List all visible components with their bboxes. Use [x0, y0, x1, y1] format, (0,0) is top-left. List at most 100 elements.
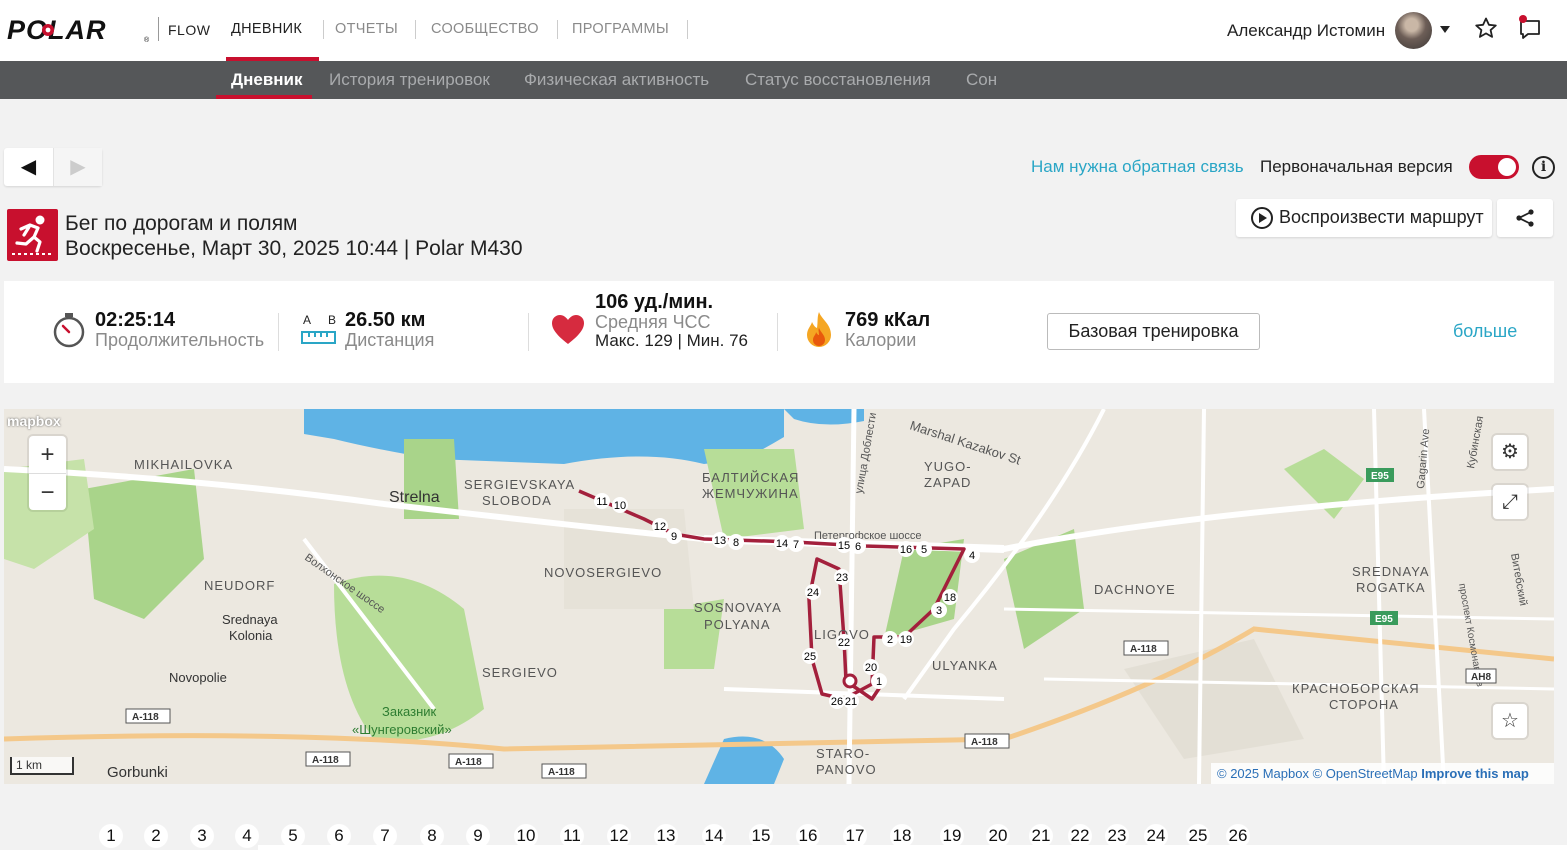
mapbox-logo[interactable]: mapbox	[7, 413, 61, 429]
svg-text:8: 8	[733, 537, 739, 549]
fullscreen-expand-icon[interactable]: ⤢	[1493, 485, 1527, 519]
distance-icon-a: A	[303, 313, 312, 327]
svg-text:7: 7	[793, 539, 799, 551]
subnav-diary[interactable]: Дневник	[231, 70, 303, 90]
svg-text:STARO-: STARO-	[816, 746, 870, 761]
previous-session-button[interactable]: ◀	[4, 148, 53, 186]
session-date-device: Воскресенье, Март 30, 2025 10:44 | Polar…	[65, 237, 523, 260]
svg-text:Srednaya: Srednaya	[222, 612, 278, 627]
calories-flame-icon	[807, 312, 831, 347]
svg-text:Витебский: Витебский	[1508, 552, 1529, 606]
svg-text:AH8: AH8	[1471, 672, 1491, 683]
share-button[interactable]	[1497, 199, 1553, 237]
nav-diary[interactable]: ДНЕВНИК	[231, 21, 302, 37]
subnav-training-history[interactable]: История тренировок	[329, 70, 490, 90]
svg-text:3: 3	[936, 605, 942, 617]
metric-divider	[777, 313, 778, 351]
next-session-button[interactable]: ▶	[53, 148, 102, 186]
map-settings-gear-icon[interactable]: ⚙	[1493, 435, 1527, 469]
svg-text:СТОРОНА: СТОРОНА	[1329, 697, 1399, 712]
svg-text:A-118: A-118	[971, 737, 998, 748]
route-map[interactable]: MIKHAILOVKA Strelna SERGIEVSKAYA SLOBODA…	[4, 409, 1554, 784]
lap-tab[interactable]: 4	[235, 824, 259, 848]
svg-text:Петергофское шоссе: Петергофское шоссе	[814, 530, 922, 542]
heart-rate-icon	[552, 315, 584, 344]
duration-label: Продолжительность	[95, 330, 265, 350]
svg-text:E95: E95	[1375, 614, 1393, 625]
lap-markers: 11 10 12 9 13 8 14 7 15 6 16 5 4 18 3 2 …	[594, 493, 980, 709]
svg-text:POLAR: POLAR	[7, 16, 107, 44]
sport-name: Бег по дорогам и полям	[65, 212, 298, 235]
distance-icon: A B	[301, 313, 337, 347]
map-favorite-star-icon[interactable]: ☆	[1493, 704, 1527, 738]
nav-community[interactable]: СООБЩЕСТВО	[431, 21, 539, 37]
info-icon[interactable]: i	[1532, 156, 1555, 179]
nav-reports[interactable]: ОТЧЕТЫ	[335, 21, 398, 37]
user-name[interactable]: Александр Истомин	[1227, 21, 1385, 41]
metric-divider	[528, 313, 529, 351]
svg-text:16: 16	[900, 544, 912, 556]
place-label: MIKHAILOVKA	[134, 457, 233, 472]
svg-text:SERGIEVSKAYA: SERGIEVSKAYA	[464, 477, 575, 492]
osm-attribution-link[interactable]: © OpenStreetMap	[1313, 766, 1418, 781]
subnav-recovery-status[interactable]: Статус восстановления	[745, 70, 931, 90]
content-panel-edge	[258, 845, 1567, 850]
svg-text:12: 12	[654, 521, 666, 533]
stopwatch-icon	[53, 313, 85, 348]
svg-text:®: ®	[144, 36, 150, 44]
nav-separator	[687, 20, 688, 39]
svg-text:15: 15	[838, 540, 850, 552]
version-toggle[interactable]	[1469, 155, 1519, 179]
svg-text:POLYANA: POLYANA	[704, 617, 770, 632]
nav-separator	[323, 20, 324, 39]
favorites-star-icon[interactable]	[1474, 16, 1498, 40]
more-link[interactable]: больше	[1453, 321, 1517, 342]
zoom-in-button[interactable]: +	[29, 436, 66, 473]
svg-text:КРАСНОБОРСКАЯ: КРАСНОБОРСКАЯ	[1292, 681, 1420, 696]
svg-text:A-118: A-118	[548, 767, 575, 778]
svg-text:11: 11	[596, 496, 607, 508]
svg-text:19: 19	[900, 634, 912, 646]
svg-text:26: 26	[831, 696, 843, 708]
training-benefit-button[interactable]: Базовая тренировка	[1047, 313, 1260, 350]
subnav-sleep[interactable]: Сон	[966, 70, 997, 90]
svg-text:2: 2	[887, 634, 893, 646]
svg-text:1: 1	[876, 676, 882, 688]
map-attribution: © 2025 Mapbox © OpenStreetMap Improve th…	[1211, 763, 1554, 784]
distance-icon-b: B	[328, 313, 337, 327]
distance-label: Дистанция	[345, 330, 435, 350]
zoom-out-button[interactable]: −	[29, 473, 66, 510]
svg-text:A-118: A-118	[132, 712, 159, 723]
user-menu-chevron-down-icon[interactable]	[1440, 26, 1450, 33]
svg-text:A-118: A-118	[312, 755, 339, 766]
session-pager: ◀ ▶	[4, 148, 102, 186]
calories-value: 769 кКал	[845, 309, 931, 331]
lap-tab[interactable]: 1	[99, 824, 123, 848]
svg-text:улица Доблести: улица Доблести	[853, 412, 879, 495]
svg-text:SOSNOVAYA: SOSNOVAYA	[694, 600, 782, 615]
version-label: Первоначальная версия	[1260, 157, 1453, 176]
nav-separator	[557, 20, 558, 39]
avatar[interactable]	[1395, 12, 1432, 49]
polar-logo[interactable]: POLAR ®	[7, 16, 150, 44]
lap-tab[interactable]: 2	[144, 824, 168, 848]
metric-divider	[278, 313, 279, 351]
play-route-button[interactable]: Воспроизвести маршрут	[1236, 199, 1492, 237]
sub-navigation-bar: Дневник История тренировок Физическая ак…	[0, 61, 1567, 99]
svg-text:A-118: A-118	[455, 757, 482, 768]
heart-rate-label: Средняя ЧСС	[595, 312, 711, 332]
subnav-active-indicator	[216, 95, 312, 99]
svg-text:21: 21	[845, 696, 857, 708]
improve-map-link[interactable]: Improve this map	[1421, 766, 1529, 781]
svg-text:Заказник: Заказник	[382, 704, 437, 719]
lap-tab[interactable]: 3	[190, 824, 214, 848]
svg-text:NEUDORF: NEUDORF	[204, 578, 275, 593]
notifications-icon[interactable]	[1516, 14, 1544, 42]
mapbox-attribution-link[interactable]: © 2025 Mapbox	[1217, 766, 1309, 781]
subnav-activity[interactable]: Физическая активность	[524, 70, 709, 90]
nav-programs[interactable]: ПРОГРАММЫ	[572, 21, 669, 37]
session-summary-card: 02:25:14 Продолжительность A B 26.50 км …	[4, 281, 1554, 383]
feedback-link[interactable]: Нам нужна обратная связь	[1031, 157, 1244, 177]
svg-text:Strelna: Strelna	[389, 489, 440, 506]
svg-text:13: 13	[714, 535, 726, 547]
